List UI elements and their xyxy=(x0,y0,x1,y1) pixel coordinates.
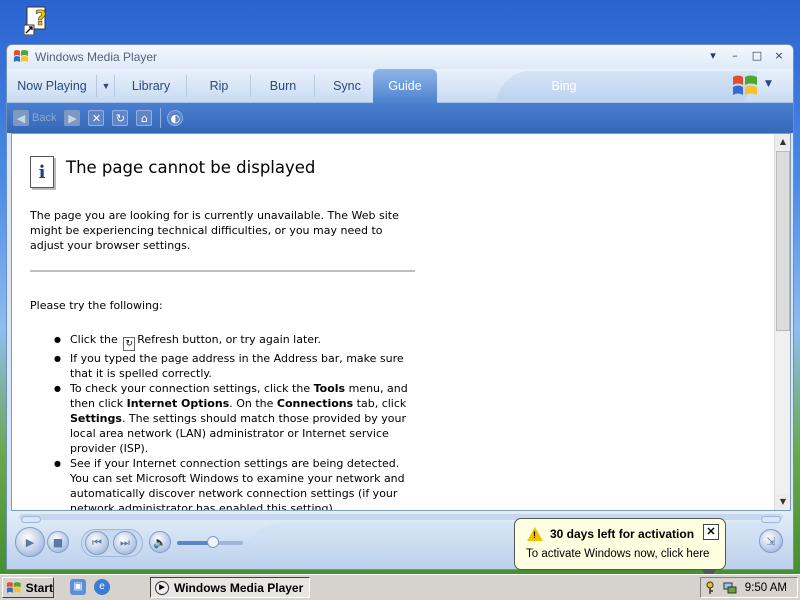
back-label: Back xyxy=(32,112,57,124)
next-icon: ⏭ xyxy=(120,536,130,549)
mute-button[interactable]: 🔈 xyxy=(149,531,171,553)
clock[interactable]: 9:50 AM xyxy=(745,582,787,594)
stop-button[interactable]: ✕ xyxy=(88,107,105,129)
vertical-scrollbar[interactable]: ▲ ▼ xyxy=(774,134,790,510)
windows-logo-icon[interactable] xyxy=(731,73,759,99)
taskbar-button-wmp[interactable]: ▶ Windows Media Player xyxy=(150,577,310,598)
tab-now-playing[interactable]: Now Playing xyxy=(7,69,97,103)
stop-playback-button[interactable]: ■ xyxy=(47,531,69,553)
wmp-window: Windows Media Player ▾ – □ × Now Playing… xyxy=(6,44,794,570)
chevron-down-icon: ▼ xyxy=(101,81,111,91)
web-button[interactable]: ◐ xyxy=(167,107,184,129)
seek-grip-right[interactable] xyxy=(761,516,781,523)
guide-content: i The page cannot be displayed The page … xyxy=(11,133,791,511)
start-button[interactable]: Start xyxy=(2,577,54,598)
switch-view-icon: ⇲ xyxy=(766,534,776,548)
toolbar-divider xyxy=(160,108,162,128)
options-chevron-icon[interactable]: ▼ xyxy=(765,79,772,89)
scroll-thumb[interactable] xyxy=(776,151,790,331)
previous-button[interactable]: ⏮ xyxy=(85,531,109,555)
suggestions-list: Click the ↻Refresh button, or try again … xyxy=(54,332,415,510)
play-icon: ▶ xyxy=(25,535,35,549)
network-icon[interactable] xyxy=(723,581,737,595)
title-bar[interactable]: Windows Media Player ▾ – □ × xyxy=(7,45,793,69)
window-menu-button[interactable]: ▾ xyxy=(705,48,721,64)
list-item: Click the ↻Refresh button, or try again … xyxy=(54,332,415,351)
stop-icon: ■ xyxy=(52,535,64,549)
minimize-button[interactable]: – xyxy=(727,48,743,64)
forward-arrow-icon: ▶ xyxy=(64,110,81,126)
next-button[interactable]: ⏭ xyxy=(113,531,137,555)
page-intro: The page you are looking for is currentl… xyxy=(30,209,399,252)
tab-guide[interactable]: Guide xyxy=(373,69,437,103)
stop-x-icon: ✕ xyxy=(88,110,105,126)
refresh-icon: ↻ xyxy=(112,110,129,126)
tab-rip[interactable]: Rip xyxy=(187,69,251,103)
list-item: To check your connection settings, click… xyxy=(54,381,415,456)
windows-flag-icon xyxy=(14,50,28,62)
speaker-icon: 🔈 xyxy=(153,535,167,549)
balloon-close-button[interactable]: ✕ xyxy=(703,524,719,540)
divider xyxy=(30,270,415,272)
windows-flag-icon xyxy=(6,581,21,593)
start-label: Start xyxy=(25,580,53,595)
info-icon: i xyxy=(30,156,54,188)
tab-burn[interactable]: Burn xyxy=(251,69,315,103)
back-arrow-icon: ◀ xyxy=(13,110,29,126)
scroll-up-icon[interactable]: ▲ xyxy=(775,134,790,150)
home-button[interactable]: ⌂ xyxy=(136,107,153,129)
maximize-button[interactable]: □ xyxy=(749,48,765,64)
tab-bar: Now Playing ▼ Library Rip Burn Sync Guid… xyxy=(7,69,793,103)
tab-bing[interactable]: Bing xyxy=(534,69,594,103)
forward-button[interactable]: ▶ xyxy=(64,107,81,129)
internet-explorer-icon[interactable]: e xyxy=(94,579,110,595)
try-heading: Please try the following: xyxy=(30,299,163,312)
list-item: See if your Internet connection settings… xyxy=(54,456,415,510)
help-shortcut-icon[interactable]: ? xyxy=(24,3,52,35)
task-label: Windows Media Player xyxy=(174,580,304,595)
previous-icon: ⏮ xyxy=(92,536,102,549)
volume-knob[interactable] xyxy=(207,536,220,548)
system-tray: 9:50 AM xyxy=(700,577,798,598)
activation-keys-icon[interactable] xyxy=(705,581,719,595)
warning-icon: ! xyxy=(527,527,543,541)
list-item: If you typed the page address in the Add… xyxy=(54,351,415,381)
media-player-icon: ▶ xyxy=(155,580,169,595)
compact-mode-button[interactable]: ⇲ xyxy=(759,529,783,553)
refresh-icon: ↻ xyxy=(123,337,136,351)
show-desktop-icon[interactable]: ▣ xyxy=(70,579,86,595)
globe-icon: ◐ xyxy=(167,110,184,126)
page-title: The page cannot be displayed xyxy=(66,158,316,177)
guide-toolbar: ◀ Back ▶ ✕ ↻ ⌂ ◐ xyxy=(7,103,793,133)
refresh-button[interactable]: ↻ xyxy=(112,107,129,129)
tab-sync[interactable]: Sync xyxy=(315,69,379,103)
tab-library[interactable]: Library xyxy=(115,69,187,103)
taskbar: Start ▣ e ▶ Windows Media Player 9:50 AM xyxy=(0,574,800,600)
balloon-title: 30 days left for activation xyxy=(550,527,695,541)
scroll-down-icon[interactable]: ▼ xyxy=(775,494,790,510)
window-title: Windows Media Player xyxy=(35,50,158,64)
now-playing-dropdown[interactable]: ▼ xyxy=(97,69,115,103)
play-button[interactable]: ▶ xyxy=(15,527,45,557)
balloon-link[interactable]: To activate Windows now, click here xyxy=(526,548,709,560)
close-button[interactable]: × xyxy=(771,48,787,64)
seek-grip-left[interactable] xyxy=(21,516,41,523)
svg-text:?: ? xyxy=(35,6,47,30)
back-button[interactable]: ◀ Back xyxy=(13,107,56,129)
volume-slider[interactable] xyxy=(177,536,243,548)
home-icon: ⌂ xyxy=(136,110,153,126)
activation-balloon[interactable]: ! 30 days left for activation To activat… xyxy=(514,518,726,570)
